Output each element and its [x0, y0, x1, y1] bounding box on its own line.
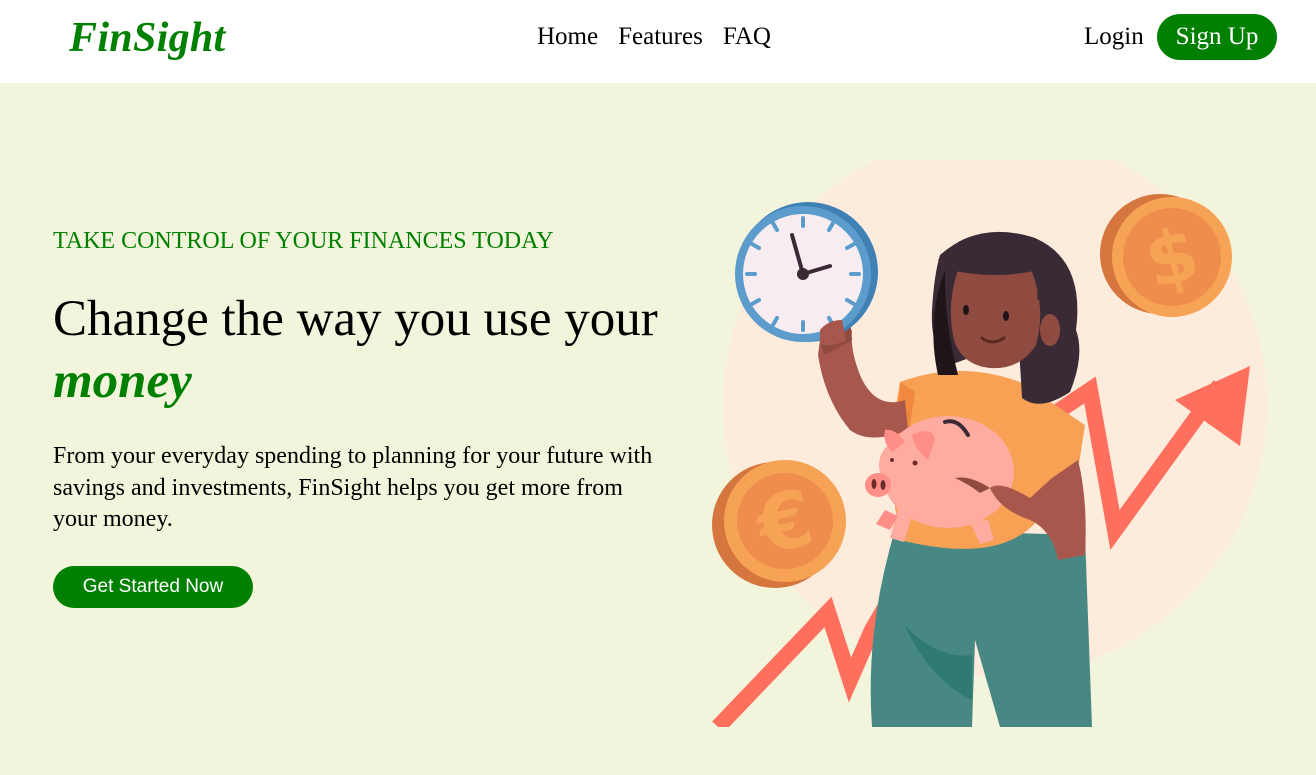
hero-headline-accent: money [53, 353, 192, 409]
sign-up-button[interactable]: Sign Up [1157, 14, 1277, 60]
hero-headline: Change the way you use your money [53, 288, 673, 412]
hero-eyebrow: TAKE CONTROL OF YOUR FINANCES TODAY [53, 228, 554, 254]
main-nav: Home Features FAQ [537, 22, 771, 52]
hero-description: From your everyday spending to planning … [53, 443, 653, 532]
brand-logo[interactable]: FinSight [69, 13, 226, 63]
hero-illustration: $ € [712, 160, 1267, 727]
get-started-button[interactable]: Get Started Now [53, 566, 253, 608]
person-face [950, 260, 1041, 369]
login-link[interactable]: Login [1084, 22, 1144, 52]
hero-headline-text: Change the way you use your [53, 291, 658, 347]
clock-icon [735, 202, 878, 342]
nav-features-link[interactable]: Features [618, 22, 703, 52]
nav-faq-link[interactable]: FAQ [723, 22, 771, 52]
nav-home-link[interactable]: Home [537, 22, 598, 52]
top-nav-bar: FinSight Home Features FAQ Login Sign Up [0, 0, 1316, 83]
